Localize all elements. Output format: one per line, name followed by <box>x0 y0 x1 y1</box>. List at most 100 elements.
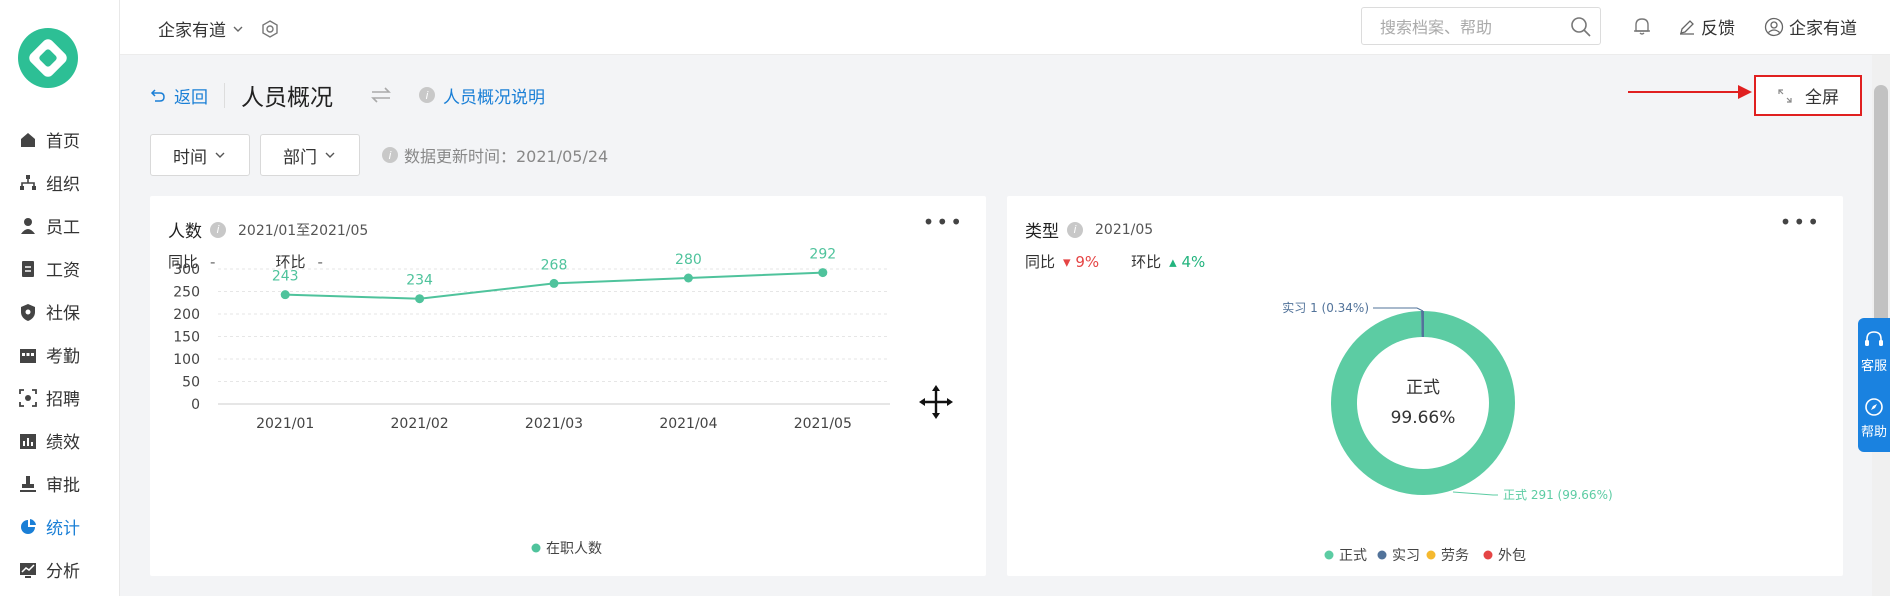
sidebar-item-8[interactable]: 审批 <box>0 462 120 505</box>
sidebar: 首页组织员工工资社保考勤招聘绩效审批统计分析 <box>0 0 120 596</box>
sidebar-item-label: 考勤 <box>46 347 80 367</box>
user-avatar-icon <box>1764 17 1784 36</box>
company-switcher[interactable]: 企家有道 <box>158 16 280 41</box>
y-tick-label: 150 <box>173 330 200 346</box>
sidebar-item-1[interactable]: 组织 <box>0 161 120 204</box>
feedback-button[interactable]: 反馈 <box>1678 14 1735 39</box>
data-updated-time: i 数据更新时间：2021/05/24 <box>382 143 608 167</box>
app-logo[interactable] <box>18 28 78 88</box>
sidebar-item-label: 社保 <box>46 304 80 324</box>
overview-help-link[interactable]: i 人员概况说明 <box>419 83 545 108</box>
service-label: 客服 <box>1860 359 1887 374</box>
fullscreen-label: 全屏 <box>1805 88 1839 108</box>
annotation-arrow-line <box>1628 91 1746 93</box>
search-icon[interactable] <box>1570 16 1592 38</box>
move-cursor-icon <box>919 385 953 419</box>
data-label: 280 <box>675 252 702 268</box>
sidebar-item-9[interactable]: 统计 <box>0 505 120 548</box>
legend-marker <box>1483 550 1493 560</box>
chevron-down-icon <box>233 26 243 32</box>
sidebar-item-10[interactable]: 分析 <box>0 548 120 591</box>
customer-service-button[interactable]: 客服 <box>1858 318 1890 385</box>
sidebar-item-7[interactable]: 绩效 <box>0 419 120 462</box>
x-tick-label: 2021/02 <box>391 416 449 432</box>
y-tick-label: 100 <box>173 352 200 368</box>
scrollbar-thumb[interactable] <box>1874 85 1888 345</box>
info-icon: i <box>382 147 398 163</box>
shield-icon <box>21 303 35 321</box>
chevron-down-icon <box>325 152 335 158</box>
sidebar-item-label: 审批 <box>46 476 80 496</box>
y-tick-label: 300 <box>173 262 200 278</box>
help-button[interactable]: 帮助 <box>1858 385 1890 452</box>
back-button[interactable]: 返回 <box>150 82 225 108</box>
calendar-icon <box>20 348 36 363</box>
sidebar-item-4[interactable]: 社保 <box>0 290 120 333</box>
page-title: 人员概况 <box>241 85 333 111</box>
user-name: 企家有道 <box>1789 19 1857 39</box>
data-label: 292 <box>809 247 836 263</box>
sidebar-item-6[interactable]: 招聘 <box>0 376 120 419</box>
swap-icon[interactable] <box>369 85 393 105</box>
edit-icon <box>1680 19 1694 35</box>
donut-slice <box>1331 311 1515 495</box>
page-header: 返回 人员概况 i 人员概况说明 <box>150 78 545 112</box>
type-card: 类型 i 2021/05 同比 ▾ 9% 环比 ▴ 4% ••• 正式 99.66% 实… <box>1007 196 1843 576</box>
data-point <box>280 290 290 300</box>
legend-marker <box>531 543 541 553</box>
time-filter-label: 时间 <box>173 147 207 168</box>
bell-icon[interactable] <box>1630 14 1654 38</box>
sidebar-item-label: 首页 <box>46 132 80 152</box>
legend-label: 在职人数 <box>546 541 602 557</box>
legend-marker <box>1377 550 1387 560</box>
headset-icon <box>1865 331 1883 346</box>
data-point <box>818 268 828 278</box>
updated-text: 数据更新时间：2021/05/24 <box>404 147 609 166</box>
pie-icon <box>21 518 36 534</box>
sidebar-item-2[interactable]: 员工 <box>0 204 120 247</box>
sidebar-item-0[interactable]: 首页 <box>0 118 120 161</box>
info-icon: i <box>419 87 435 103</box>
chevron-down-icon <box>215 152 225 158</box>
compass-icon <box>1865 398 1883 416</box>
recruit-icon <box>19 388 37 407</box>
y-tick-label: 250 <box>173 285 200 301</box>
x-tick-label: 2021/05 <box>794 416 852 432</box>
sidebar-item-label: 招聘 <box>46 390 80 410</box>
filter-bar: 时间 部门 i 数据更新时间：2021/05/24 <box>150 134 608 176</box>
time-filter-dropdown[interactable]: 时间 <box>150 134 250 176</box>
legend-label: 劳务 <box>1441 548 1469 564</box>
sidebar-item-label: 工资 <box>46 261 80 281</box>
y-tick-label: 0 <box>191 397 200 413</box>
sidebar-item-label: 员工 <box>46 218 80 238</box>
fullscreen-button[interactable]: 全屏 <box>1754 75 1862 116</box>
settings-icon[interactable] <box>260 19 280 39</box>
x-tick-label: 2021/04 <box>659 416 717 432</box>
home-icon <box>21 132 35 147</box>
search-input[interactable]: 搜索档案、帮助 <box>1361 7 1601 45</box>
dept-filter-dropdown[interactable]: 部门 <box>260 134 360 176</box>
x-tick-label: 2021/03 <box>525 416 583 432</box>
data-point <box>683 273 693 283</box>
dept-filter-label: 部门 <box>283 147 317 168</box>
user-menu[interactable]: 企家有道 <box>1764 14 1857 39</box>
sidebar-item-label: 分析 <box>46 562 80 582</box>
bar-chart-icon <box>20 433 36 449</box>
help-label: 帮助 <box>1860 425 1887 440</box>
user-icon <box>21 217 35 234</box>
sidebar-nav: 首页组织员工工资社保考勤招聘绩效审批统计分析 <box>0 118 120 591</box>
callout-regular: 正式 291 (99.66%) <box>1503 488 1613 502</box>
data-label: 268 <box>541 257 568 273</box>
annotation-arrow-head <box>1738 85 1752 99</box>
sidebar-item-3[interactable]: 工资 <box>0 247 120 290</box>
sidebar-item-5[interactable]: 考勤 <box>0 333 120 376</box>
y-tick-label: 200 <box>173 307 200 323</box>
company-name: 企家有道 <box>158 21 226 41</box>
callout-line <box>1373 307 1424 312</box>
search-placeholder: 搜索档案、帮助 <box>1380 18 1493 37</box>
org-icon <box>20 174 36 190</box>
legend-label: 实习 <box>1392 548 1420 564</box>
expand-icon <box>1778 88 1792 103</box>
undo-icon <box>150 89 165 102</box>
donut-center-value: 99.66% <box>1391 408 1456 428</box>
